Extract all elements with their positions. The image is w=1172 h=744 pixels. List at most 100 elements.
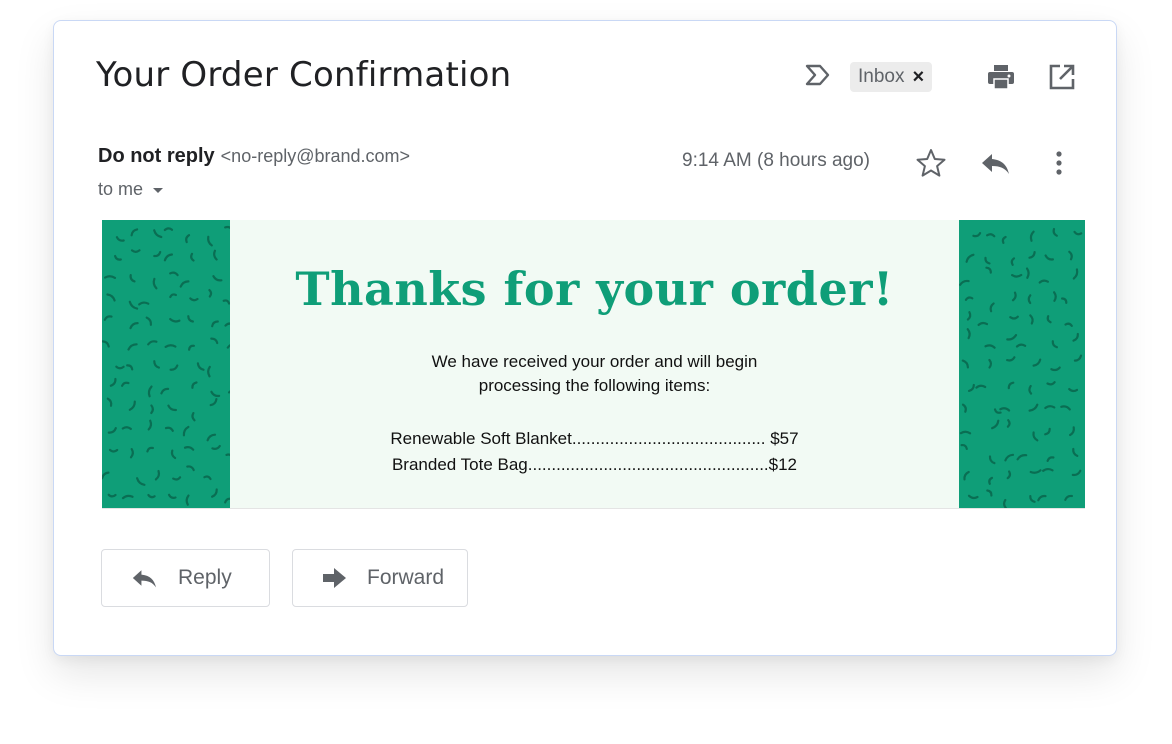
confetti-squiggle [224, 225, 230, 229]
reply-icon[interactable] [979, 149, 1011, 177]
confetti-squiggle [1046, 381, 1056, 386]
confetti-squiggle [188, 344, 195, 351]
confetti-squiggle [108, 448, 119, 453]
confetti-squiggle [1053, 291, 1057, 302]
confetti-squiggle [988, 455, 996, 465]
confetti-squiggle [1038, 279, 1049, 284]
confetti-squiggle [169, 364, 179, 371]
confetti-squiggle [127, 343, 138, 351]
star-icon[interactable] [915, 147, 947, 179]
confetti-squiggle [185, 234, 191, 244]
confetti-squiggle [1072, 332, 1079, 342]
more-vert-icon[interactable] [1050, 149, 1068, 177]
confetti-squiggle [106, 397, 113, 407]
confetti-squiggle [1006, 356, 1016, 362]
confetti-squiggle [121, 426, 132, 430]
confetti-squiggle [103, 315, 113, 321]
confetti-squiggle [114, 254, 122, 261]
decorative-pattern-right [959, 220, 1085, 508]
open-in-new-icon[interactable] [1048, 63, 1076, 91]
confetti-squiggle [147, 385, 153, 398]
importance-icon[interactable] [804, 63, 832, 87]
confetti-squiggle [999, 407, 1011, 412]
confetti-squiggle [1029, 314, 1034, 325]
confetti-squiggle [1016, 454, 1028, 461]
banner-message-line2: processing the following items: [478, 376, 711, 395]
confetti-squiggle [160, 387, 170, 395]
confetti-squiggle [222, 299, 230, 305]
confetti-squiggle [107, 427, 117, 434]
confetti-squiggle [986, 233, 996, 238]
confetti-squiggle [115, 365, 125, 370]
reply-button-label: Reply [178, 566, 232, 589]
recipient-details-toggle[interactable]: to me [98, 179, 164, 200]
reply-button[interactable]: Reply [101, 549, 270, 607]
email-timestamp: 9:14 AM (8 hours ago) [682, 150, 870, 172]
confetti-squiggle [1009, 315, 1019, 320]
confetti-squiggle [152, 277, 158, 290]
confetti-squiggle [226, 344, 230, 349]
sender-name: Do not reply [98, 145, 215, 167]
confetti-squiggle [1001, 235, 1007, 244]
confetti-squiggle [183, 445, 195, 451]
confetti-squiggle [1044, 405, 1056, 410]
confetti-squiggle [1064, 322, 1073, 327]
confetti-squiggle [1037, 494, 1047, 502]
recipient-label: to me [98, 179, 144, 199]
confetti-squiggle [169, 293, 177, 299]
confetti-squiggle [186, 465, 195, 472]
confetti-squiggle [959, 430, 972, 435]
confetti-squiggle [959, 279, 970, 286]
confetti-squiggle [169, 318, 181, 323]
confetti-squiggle [203, 475, 212, 481]
confetti-squiggle [167, 404, 177, 412]
confetti-squiggle [1032, 431, 1039, 442]
confetti-squiggle [1006, 419, 1011, 428]
confetti-squiggle [207, 235, 213, 247]
confetti-squiggle [153, 229, 163, 239]
email-card: Your Order Confirmation Inbox × Do not r… [53, 20, 1117, 656]
confetti-squiggle [988, 358, 993, 369]
forward-button[interactable]: Forward [292, 549, 468, 607]
confetti-squiggle [187, 315, 194, 323]
confetti-pattern-left [102, 225, 230, 506]
confetti-squiggle [191, 412, 196, 422]
confetti-squiggle [991, 419, 1000, 430]
caret-down-icon [153, 188, 164, 193]
inbox-label-chip: Inbox × [850, 62, 933, 92]
confetti-squiggle [153, 360, 160, 369]
print-icon[interactable] [986, 62, 1016, 92]
confetti-squiggle [960, 443, 968, 450]
confetti-squiggle [207, 365, 211, 378]
confetti-squiggle [212, 275, 223, 282]
order-item: Renewable Soft Blanket..................… [390, 429, 799, 448]
confetti-squiggle [164, 344, 177, 348]
confetti-squiggle [1068, 388, 1079, 393]
confetti-squiggle [1050, 366, 1061, 372]
confetti-squiggle [965, 253, 975, 263]
confetti-squiggle [986, 489, 993, 497]
confetti-squiggle [106, 293, 116, 302]
remove-label-icon[interactable]: × [912, 67, 924, 87]
confetti-squiggle [1006, 470, 1012, 480]
confetti-squiggle [121, 381, 130, 387]
confetti-squiggle [966, 328, 971, 340]
email-subject: Your Order Confirmation [96, 55, 512, 95]
confetti-squiggle [189, 297, 199, 302]
confetti-squiggle [1006, 334, 1018, 341]
confetti-squiggle [1072, 268, 1079, 280]
confetti-squiggle [185, 494, 190, 506]
decorative-pattern-left [102, 220, 230, 508]
forward-icon [323, 568, 346, 588]
relative-time: (8 hours ago) [757, 150, 871, 171]
confetti-squiggle [224, 497, 230, 504]
confetti-squiggle [224, 322, 230, 327]
confetti-squiggle [209, 398, 218, 407]
confetti-squiggle [1004, 453, 1015, 462]
confetti-squiggle [146, 446, 154, 453]
confetti-squiggle [1011, 291, 1017, 302]
confetti-squiggle [1029, 495, 1036, 503]
confetti-squiggle [150, 404, 154, 415]
banner-message: We have received your order and will beg… [230, 350, 959, 398]
confetti-squiggle [145, 316, 153, 326]
